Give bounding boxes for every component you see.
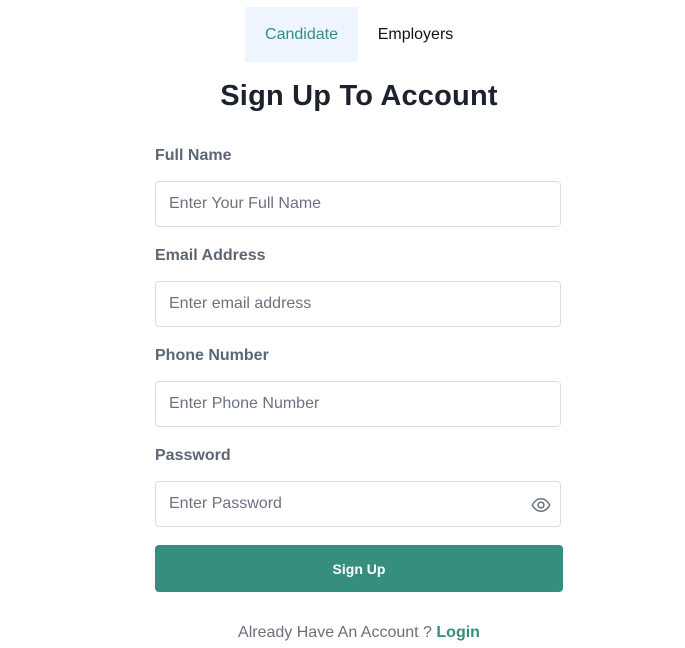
full-name-label: Full Name [155, 147, 232, 164]
login-prompt: Already Have An Account ? Login [0, 624, 685, 642]
login-prompt-text: Already Have An Account ? [238, 624, 437, 641]
email-field-box [155, 281, 561, 327]
page-title: Sign Up To Account [220, 80, 498, 112]
sign-up-button[interactable]: Sign Up [155, 545, 563, 592]
tab-employers[interactable]: Employers [358, 7, 473, 62]
email-input[interactable] [156, 282, 560, 326]
full-name-field-box [155, 181, 561, 227]
phone-label: Phone Number [155, 347, 269, 364]
login-link[interactable]: Login [436, 624, 480, 641]
password-field-box [155, 481, 561, 527]
eye-icon[interactable] [531, 495, 551, 515]
phone-input[interactable] [156, 382, 560, 426]
phone-field-box [155, 381, 561, 427]
full-name-input[interactable] [156, 182, 560, 226]
password-input[interactable] [156, 482, 560, 526]
password-label: Password [155, 447, 231, 464]
email-label: Email Address [155, 247, 266, 264]
tab-candidate[interactable]: Candidate [245, 7, 358, 62]
account-type-tabs: Candidate Employers [245, 7, 473, 62]
